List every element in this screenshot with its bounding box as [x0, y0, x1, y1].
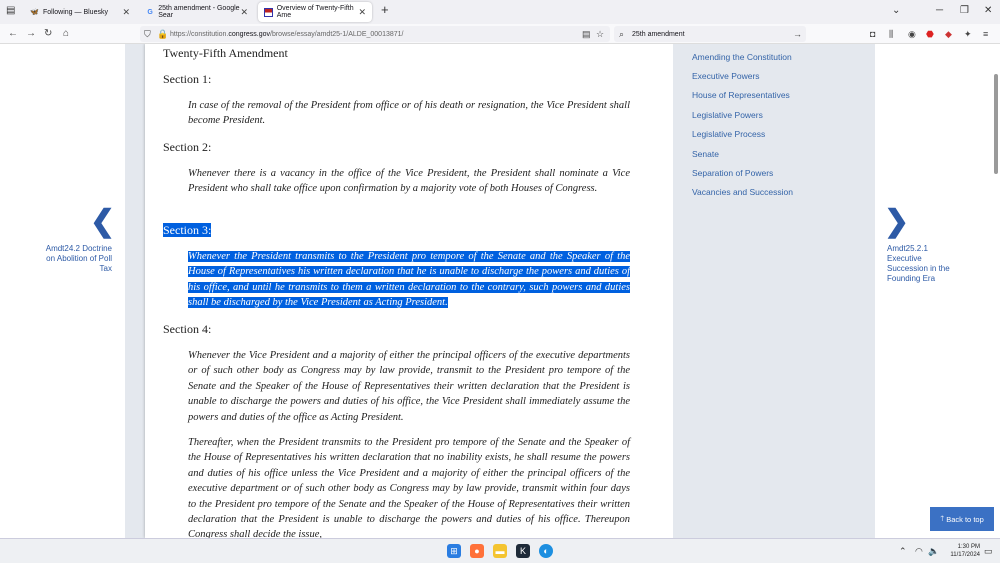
tab-bluesky[interactable]: 🦋 Following — Bluesky ✕: [24, 2, 136, 22]
back-icon[interactable]: ←: [8, 28, 18, 39]
close-window-icon[interactable]: ✕: [984, 5, 992, 16]
close-icon[interactable]: ✕: [240, 7, 248, 18]
clock[interactable]: 1:30 PM 11/17/2024: [940, 543, 980, 559]
wifi-icon[interactable]: ◠: [915, 546, 923, 557]
tab-list-icon[interactable]: ▤: [6, 5, 15, 16]
close-icon[interactable]: ✕: [358, 7, 366, 18]
section-text: Thereafter, when the President transmits…: [188, 437, 630, 538]
sidebar-link[interactable]: Amending the Constitution: [692, 52, 792, 62]
windows-start-icon[interactable]: ⊞: [447, 544, 461, 558]
pocket-icon[interactable]: ◘: [870, 29, 875, 39]
chevron-up-icon[interactable]: ⌃: [899, 546, 907, 557]
sidebar-link[interactable]: Vacancies and Succession: [692, 187, 793, 197]
extensions-icon[interactable]: ✦: [964, 29, 972, 40]
app-icon[interactable]: ◐: [539, 544, 553, 558]
amendment-text-panel: Twenty-Fifth Amendment Section 1: In cas…: [145, 44, 673, 538]
library-icon[interactable]: ⫼: [889, 29, 893, 40]
section-text: Whenever the President transmits to the …: [188, 249, 630, 311]
search-icon: ⌕: [619, 29, 625, 39]
speaker-icon[interactable]: 🔈: [928, 546, 939, 557]
section-text: Whenever the Vice President and a majori…: [188, 350, 630, 423]
selected-heading: Section 3:: [163, 223, 212, 237]
related-topics-sidebar: Amending the Constitution Executive Powe…: [673, 44, 875, 538]
sidebar-link[interactable]: Senate: [692, 149, 719, 159]
sidebar-link[interactable]: Legislative Process: [692, 129, 765, 139]
sidebar-link[interactable]: Legislative Powers: [692, 110, 763, 120]
tab-title: 25th amendment - Google Sear: [158, 5, 240, 19]
chevron-down-icon[interactable]: ⌄: [892, 5, 900, 16]
extension-icon[interactable]: ◆: [945, 29, 952, 40]
selected-text: Whenever the President transmits to the …: [188, 251, 630, 309]
firefox-icon[interactable]: ●: [470, 544, 484, 558]
scrollbar[interactable]: [994, 74, 998, 174]
taskbar: ⊞ ● ▬ K ◐ ⌃ ◠ 🔈 1:30 PM 11/17/2024 ▭: [0, 538, 1000, 563]
flag-icon: [264, 7, 273, 17]
navigation-toolbar: ← → ↻ ⌂ https://constitution. congress.go…: [0, 24, 1000, 44]
address-bar[interactable]: https://constitution. congress.gov/browse…: [140, 26, 610, 42]
google-icon: G: [147, 8, 153, 16]
tab-title: Overview of Twenty-Fifth Ame: [276, 5, 354, 19]
reader-view-icon[interactable]: ▤: [582, 29, 591, 40]
tab-google[interactable]: G 25th amendment - Google Sear ✕: [140, 2, 254, 22]
doc-title: Twenty-Fifth Amendment: [163, 46, 288, 60]
section-text: In case of the removal of the President …: [188, 100, 630, 127]
section-heading: Section 1:: [163, 72, 212, 86]
url-domain: congress.gov: [228, 30, 271, 38]
account-icon[interactable]: ◉: [908, 29, 916, 40]
back-to-top-button[interactable]: 🡑 Back to top: [930, 507, 994, 531]
new-tab-icon[interactable]: +: [381, 2, 389, 17]
page-content: ❮ Amdt24.2 Doctrine on Abolition of Poll…: [0, 44, 1000, 538]
url-path: /browse/essay/amdt25-1/ALDE_00013871/: [270, 30, 404, 38]
section-text: Whenever there is a vacancy in the offic…: [188, 168, 630, 195]
menu-icon[interactable]: ≡: [983, 29, 988, 39]
lock-icon[interactable]: 🔒: [157, 29, 168, 40]
close-icon[interactable]: ✕: [122, 7, 130, 18]
next-link[interactable]: Amdt25.2.1 Executive Succession in the F…: [887, 244, 959, 284]
search-text: 25th amendment: [632, 30, 685, 38]
forward-icon[interactable]: →: [26, 28, 36, 39]
prev-chevron-icon[interactable]: ❮: [90, 204, 115, 239]
go-arrow-icon[interactable]: →: [793, 29, 802, 39]
prev-link[interactable]: Amdt24.2 Doctrine on Abolition of Poll T…: [40, 244, 112, 274]
shield-icon[interactable]: ⛉: [144, 29, 151, 40]
minimize-icon[interactable]: ─: [936, 5, 943, 16]
clock-time: 1:30 PM: [957, 544, 980, 550]
home-icon[interactable]: ⌂: [63, 28, 69, 39]
reload-icon[interactable]: ↻: [44, 28, 52, 39]
sidebar-link[interactable]: House of Representatives: [692, 90, 790, 100]
section-heading: Section 2:: [163, 140, 212, 154]
url-prefix: https://constitution.: [170, 30, 229, 38]
file-explorer-icon[interactable]: ▬: [493, 544, 507, 558]
restore-icon[interactable]: ❐: [960, 5, 969, 16]
tab-bar: ▤ 🦋 Following — Bluesky ✕ G 25th amendme…: [0, 0, 1000, 24]
search-input[interactable]: 25th amendment: [614, 26, 806, 42]
sidebar-link[interactable]: Executive Powers: [692, 71, 760, 81]
clock-date: 11/17/2024: [950, 552, 980, 558]
back-to-top-label: Back to top: [946, 514, 984, 524]
sidebar-link[interactable]: Separation of Powers: [692, 168, 773, 178]
butterfly-icon: 🦋: [30, 9, 39, 16]
next-chevron-icon[interactable]: ❯: [884, 204, 909, 239]
notification-icon[interactable]: ▭: [984, 546, 993, 557]
section-heading: Section 3:: [163, 223, 212, 238]
app-icon[interactable]: K: [516, 544, 530, 558]
bookmark-star-icon[interactable]: ☆: [596, 29, 604, 40]
tab-title: Following — Bluesky: [43, 8, 108, 16]
tab-congress[interactable]: Overview of Twenty-Fifth Ame ✕: [258, 2, 372, 22]
section-heading: Section 4:: [163, 322, 212, 336]
adblock-icon[interactable]: ⬣: [926, 29, 934, 40]
